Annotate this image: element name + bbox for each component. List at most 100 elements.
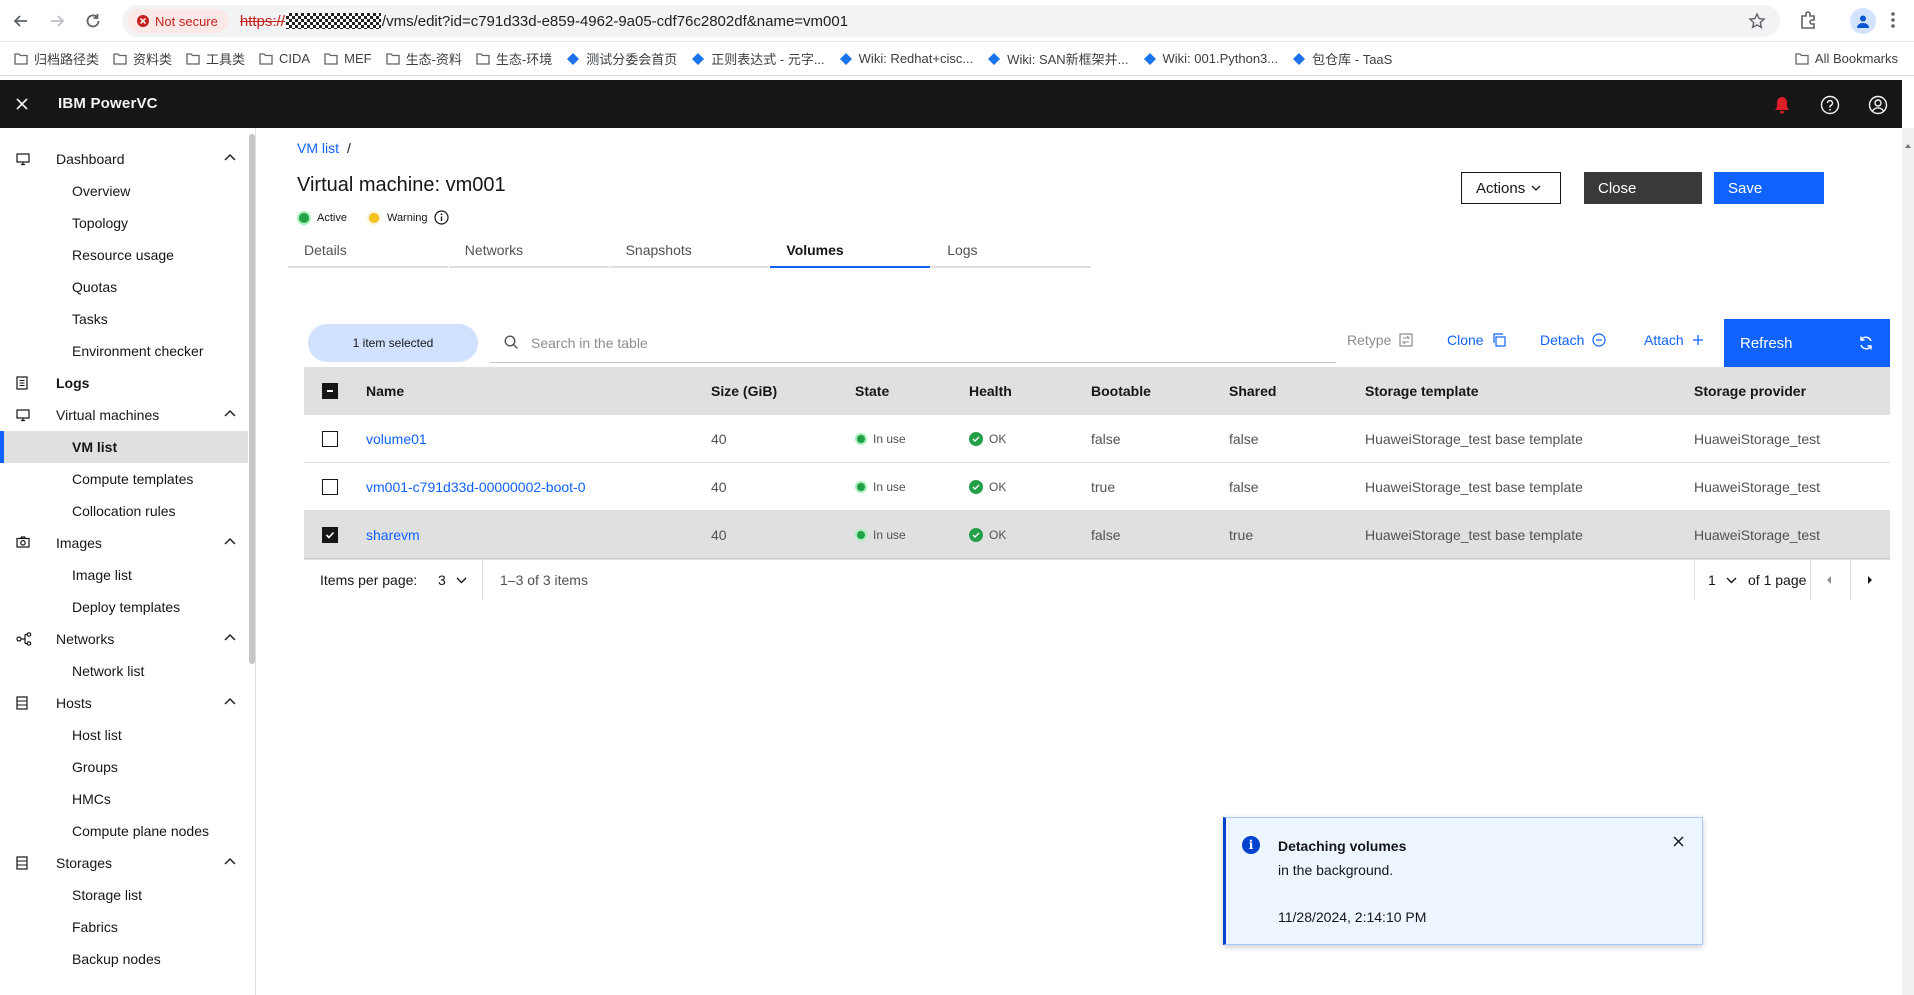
- sidebar-item-overview[interactable]: Overview: [0, 175, 248, 207]
- sidebar-item-image-list[interactable]: Image list: [0, 559, 248, 591]
- header-shared[interactable]: Shared: [1229, 383, 1276, 399]
- items-per-page-select[interactable]: 3: [438, 560, 467, 600]
- table-row[interactable]: volume01 40 In use OK false false Huawei…: [304, 415, 1890, 463]
- sidebar-item-storage-list[interactable]: Storage list: [0, 879, 248, 911]
- next-page-icon[interactable]: [1866, 560, 1874, 600]
- address-bar[interactable]: Not secure https:// /vms/edit?id=c791d33…: [122, 5, 1780, 37]
- sidebar-section-hosts[interactable]: Hosts: [0, 687, 248, 719]
- tab-volumes[interactable]: Volumes: [770, 232, 931, 268]
- detach-button[interactable]: Detach: [1540, 332, 1606, 348]
- user-profile-icon[interactable]: [1866, 93, 1890, 117]
- table-row[interactable]: sharevm 40 In use OK false true HuaweiSt…: [304, 511, 1890, 559]
- bookmark-item[interactable]: Wiki: 001.Python3...: [1143, 51, 1278, 66]
- chevron-up-icon[interactable]: [224, 537, 236, 545]
- sidebar-section-dashboard[interactable]: Dashboard: [0, 143, 248, 175]
- bookmark-item[interactable]: 测试分委会首页: [566, 49, 677, 68]
- notification-bell-icon[interactable]: [1770, 93, 1794, 117]
- tab-snapshots[interactable]: Snapshots: [609, 232, 770, 268]
- bookmark-item[interactable]: Wiki: SAN新框架并...: [987, 49, 1129, 68]
- header-state[interactable]: State: [855, 383, 889, 399]
- sidebar-item-compute-templates[interactable]: Compute templates: [0, 463, 248, 495]
- volume-name-link[interactable]: vm001-c791d33d-00000002-boot-0: [366, 479, 586, 495]
- browser-menu-icon[interactable]: [1890, 10, 1896, 30]
- header-size[interactable]: Size (GiB): [711, 383, 777, 399]
- forward-icon[interactable]: [46, 10, 68, 32]
- row-checkbox[interactable]: [322, 526, 338, 543]
- sidebar-item-topology[interactable]: Topology: [0, 207, 248, 239]
- bookmark-item[interactable]: CIDA: [259, 51, 310, 66]
- attach-button[interactable]: Attach: [1644, 332, 1704, 348]
- extensions-icon[interactable]: [1798, 10, 1818, 30]
- close-menu-icon[interactable]: [10, 92, 34, 116]
- sidebar-item-fabrics[interactable]: Fabrics: [0, 911, 248, 943]
- sidebar-item-collocation-rules[interactable]: Collocation rules: [0, 495, 248, 527]
- back-icon[interactable]: [10, 10, 32, 32]
- actions-button[interactable]: Actions: [1461, 172, 1561, 204]
- row-checkbox[interactable]: [322, 478, 338, 495]
- profile-avatar-icon[interactable]: [1850, 8, 1876, 34]
- sidebar-section-networks[interactable]: Networks: [0, 623, 248, 655]
- sidebar-item-groups[interactable]: Groups: [0, 751, 248, 783]
- select-all-checkbox[interactable]: [322, 383, 338, 399]
- not-secure-badge[interactable]: Not secure: [128, 9, 228, 33]
- bookmark-item[interactable]: 生态-资料: [385, 49, 462, 68]
- table-row[interactable]: vm001-c791d33d-00000002-boot-0 40 In use…: [304, 463, 1890, 511]
- bookmark-star-icon[interactable]: [1748, 12, 1766, 30]
- sidebar-item-resource-usage[interactable]: Resource usage: [0, 239, 248, 271]
- clone-button[interactable]: Clone: [1447, 332, 1506, 348]
- help-icon[interactable]: [1818, 93, 1842, 117]
- sidebar-item-tasks[interactable]: Tasks: [0, 303, 248, 335]
- chevron-up-icon[interactable]: [224, 857, 236, 865]
- row-checkbox[interactable]: [322, 430, 338, 447]
- volume-name-link[interactable]: volume01: [366, 431, 427, 447]
- sidebar-item-environment-checker[interactable]: Environment checker: [0, 335, 248, 367]
- bookmark-item[interactable]: 正则表达式 - 元字...: [691, 49, 825, 68]
- all-bookmarks[interactable]: All Bookmarks: [1795, 51, 1898, 66]
- tab-networks[interactable]: Networks: [448, 232, 609, 268]
- sidebar-item-compute-plane-nodes[interactable]: Compute plane nodes: [0, 815, 248, 847]
- chevron-up-icon[interactable]: [224, 697, 236, 705]
- sidebar-item-deploy-templates[interactable]: Deploy templates: [0, 591, 248, 623]
- close-icon[interactable]: [1673, 836, 1684, 847]
- sidebar-item-network-list[interactable]: Network list: [0, 655, 248, 687]
- previous-page-icon[interactable]: [1825, 560, 1833, 600]
- header-name[interactable]: Name: [366, 383, 404, 399]
- tab-logs[interactable]: Logs: [931, 232, 1091, 268]
- page-select[interactable]: 1: [1708, 560, 1737, 600]
- bookmark-item[interactable]: 资料类: [113, 49, 172, 68]
- sidebar-item-logs[interactable]: Logs: [0, 367, 248, 399]
- page-scrollbar[interactable]: [1902, 128, 1914, 995]
- sidebar-section-images[interactable]: Images: [0, 527, 248, 559]
- bookmark-item[interactable]: 包仓库 - TaaS: [1292, 49, 1392, 68]
- refresh-button[interactable]: Refresh: [1724, 319, 1890, 367]
- header-storage-template[interactable]: Storage template: [1365, 383, 1479, 399]
- tab-details[interactable]: Details: [288, 232, 448, 268]
- close-button[interactable]: Close: [1584, 172, 1702, 204]
- info-icon[interactable]: [433, 210, 449, 225]
- app-name[interactable]: IBM PowerVC: [58, 95, 158, 112]
- bookmark-item[interactable]: 归档路径类: [14, 49, 99, 68]
- sidebar-item-backup-nodes[interactable]: Backup nodes: [0, 943, 248, 975]
- bookmark-item[interactable]: MEF: [324, 51, 372, 66]
- bookmark-item[interactable]: 生态-环境: [476, 49, 552, 68]
- sidebar-item-host-list[interactable]: Host list: [0, 719, 248, 751]
- reload-icon[interactable]: [82, 10, 104, 32]
- chevron-up-icon[interactable]: [224, 153, 236, 161]
- header-bootable[interactable]: Bootable: [1091, 383, 1151, 399]
- volume-name-link[interactable]: sharevm: [366, 527, 420, 543]
- search-input[interactable]: [531, 334, 1231, 351]
- chevron-up-icon[interactable]: [224, 409, 236, 417]
- table-search[interactable]: [490, 323, 1336, 363]
- save-button[interactable]: Save: [1714, 172, 1824, 204]
- sidebar-item-hmcs[interactable]: HMCs: [0, 783, 248, 815]
- chevron-up-icon[interactable]: [224, 633, 236, 641]
- sidebar-scrollbar[interactable]: [249, 134, 255, 664]
- retype-button[interactable]: Retype: [1347, 332, 1413, 348]
- sidebar-section-storages[interactable]: Storages: [0, 847, 248, 879]
- sidebar-section-virtual-machines[interactable]: Virtual machines: [0, 399, 248, 431]
- sidebar-item-quotas[interactable]: Quotas: [0, 271, 248, 303]
- header-storage-provider[interactable]: Storage provider: [1694, 383, 1806, 399]
- bookmark-item[interactable]: 工具类: [186, 49, 245, 68]
- bookmark-item[interactable]: Wiki: Redhat+cisc...: [839, 51, 973, 66]
- header-health[interactable]: Health: [969, 383, 1012, 399]
